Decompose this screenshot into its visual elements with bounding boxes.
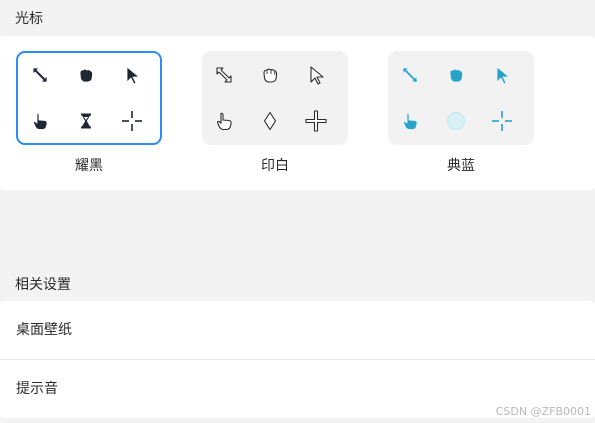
cursor-theme-preview[interactable] <box>388 51 534 145</box>
resize-diagonal-icon <box>212 63 236 87</box>
cursor-theme-dark[interactable]: 耀黑 <box>16 51 162 175</box>
related-settings-list: 桌面壁纸 提示音 <box>0 301 595 418</box>
resize-diagonal-icon <box>398 63 422 87</box>
grab-hand-icon <box>444 63 468 87</box>
watermark: CSDN @ZFB0001 <box>495 405 591 418</box>
cursor-theme-blue[interactable]: 典蓝 <box>388 51 534 175</box>
crosshair-icon <box>120 109 144 133</box>
busy-diamond-icon <box>258 109 282 133</box>
grab-hand-icon <box>74 63 98 87</box>
busy-circle-icon <box>444 109 468 133</box>
arrow-pointer-icon <box>120 63 144 87</box>
arrow-pointer-icon <box>490 63 514 87</box>
grab-hand-icon <box>258 63 282 87</box>
related-settings-title: 相关设置 <box>15 277 71 293</box>
crosshair-icon <box>304 109 328 133</box>
resize-diagonal-icon <box>28 63 52 87</box>
pointing-hand-icon <box>28 109 52 133</box>
crosshair-icon <box>490 109 514 133</box>
arrow-pointer-icon <box>304 63 328 87</box>
pointing-hand-icon <box>398 109 422 133</box>
cursor-theme-name: 典蓝 <box>447 158 475 174</box>
cursor-section-title: 光标 <box>15 11 43 27</box>
cursor-theme-name: 印白 <box>261 158 289 174</box>
pointing-hand-icon <box>212 109 236 133</box>
settings-item-wallpaper[interactable]: 桌面壁纸 <box>0 301 595 360</box>
cursor-theme-white[interactable]: 印白 <box>202 51 348 175</box>
cursor-theme-preview[interactable] <box>202 51 348 145</box>
hourglass-busy-icon <box>74 109 98 133</box>
cursor-theme-panel: 耀黑 印白 典蓝 <box>0 36 595 190</box>
cursor-theme-name: 耀黑 <box>75 158 103 174</box>
cursor-theme-preview[interactable] <box>16 51 162 145</box>
